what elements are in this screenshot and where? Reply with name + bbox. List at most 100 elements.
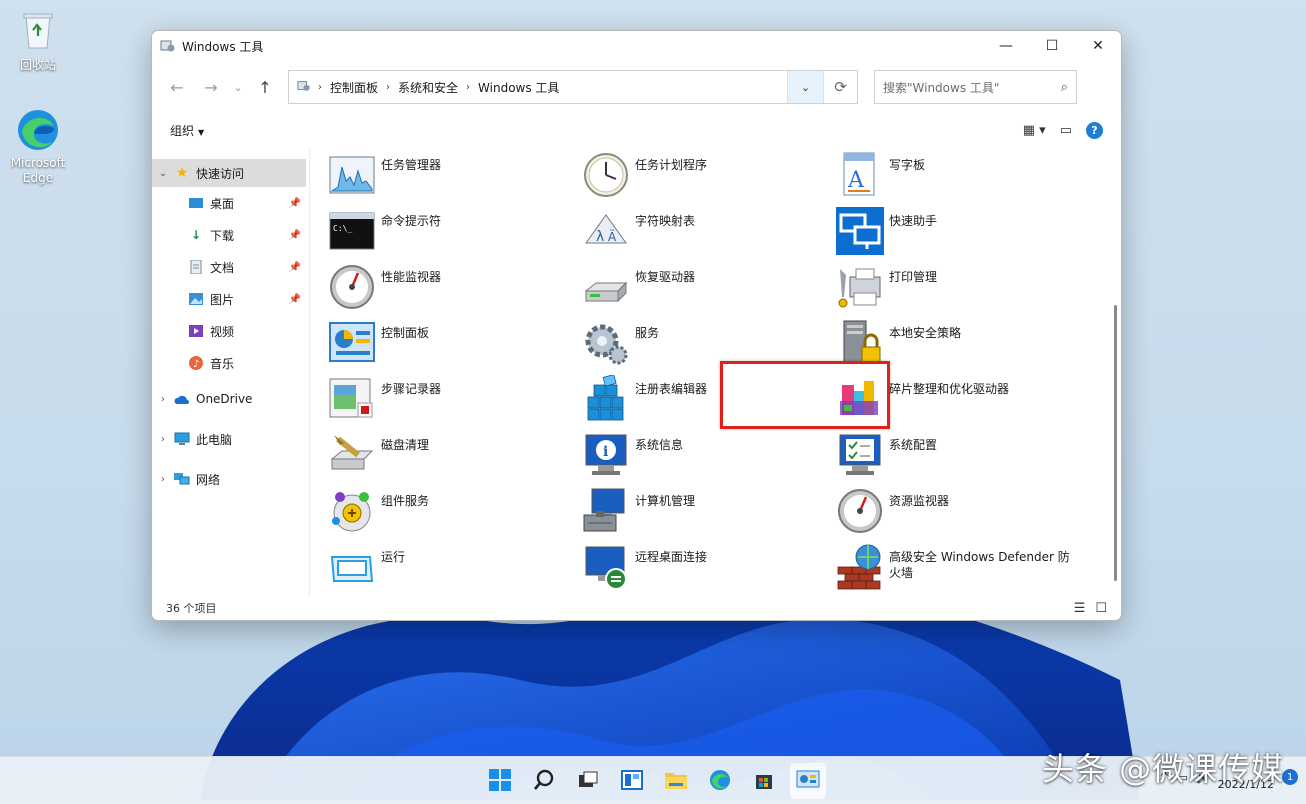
tool-item[interactable]: 高级安全 Windows Defender 防火墙: [836, 541, 1108, 597]
tool-item[interactable]: 恢复驱动器: [582, 261, 836, 317]
tool-item[interactable]: 任务计划程序: [582, 149, 836, 205]
firewall-icon: [836, 543, 884, 591]
taskbar-edge[interactable]: [702, 763, 738, 799]
tool-item[interactable]: 系统配置: [836, 429, 1108, 485]
tool-item[interactable]: i系统信息: [582, 429, 836, 485]
tool-item-label: 磁盘清理: [381, 431, 571, 453]
system-configuration-icon: [836, 431, 884, 479]
tool-item-label: 本地安全策略: [889, 319, 1079, 341]
large-icons-view-button[interactable]: ☐: [1095, 601, 1107, 616]
pin-icon: 📌: [289, 198, 301, 209]
tool-item-label: 任务计划程序: [635, 151, 825, 173]
tool-item[interactable]: 步骤记录器: [328, 373, 582, 429]
change-view-button[interactable]: ▦ ▾: [1023, 123, 1046, 138]
tool-item[interactable]: 磁盘清理: [328, 429, 582, 485]
control-panel-icon: [796, 769, 820, 794]
task-scheduler-icon: [582, 151, 630, 199]
notification-badge[interactable]: 1: [1282, 769, 1298, 785]
tool-item[interactable]: 控制面板: [328, 317, 582, 373]
chevron-right-icon[interactable]: ›: [152, 474, 174, 485]
maximize-button[interactable]: ☐: [1029, 31, 1075, 61]
tool-item[interactable]: λÄ字符映射表: [582, 205, 836, 261]
sidebar-item-network[interactable]: › 网络: [152, 463, 309, 495]
tool-item[interactable]: 组件服务: [328, 485, 582, 541]
help-icon[interactable]: ?: [1086, 122, 1103, 139]
details-view-button[interactable]: ☰: [1074, 601, 1086, 616]
chevron-right-icon[interactable]: ›: [152, 434, 174, 445]
forward-button[interactable]: →: [194, 71, 228, 103]
sidebar-item-this-pc[interactable]: › 此电脑: [152, 423, 309, 455]
sidebar-item-documents[interactable]: 文档 📌: [152, 251, 309, 283]
star-icon: ★: [174, 165, 190, 181]
breadcrumb-separator[interactable]: ›: [383, 82, 393, 93]
svg-text:♪: ♪: [193, 359, 199, 370]
run-icon: [328, 543, 376, 591]
tool-item-label: 恢复驱动器: [635, 263, 825, 285]
tool-item[interactable]: 资源监视器: [836, 485, 1108, 541]
refresh-button[interactable]: ⟳: [823, 71, 857, 103]
pin-icon: 📌: [289, 230, 301, 241]
chevron-down-icon[interactable]: ⌄: [152, 168, 174, 179]
breadcrumb-separator[interactable]: ›: [463, 82, 473, 93]
tool-item-label: 性能监视器: [381, 263, 571, 285]
onedrive-icon: [174, 391, 190, 407]
vertical-scrollbar[interactable]: [1114, 305, 1117, 581]
tool-item-label: 资源监视器: [889, 487, 1079, 509]
tool-item[interactable]: 计算机管理: [582, 485, 836, 541]
tool-item-label: 控制面板: [381, 319, 571, 341]
tool-item-label: 快速助手: [889, 207, 1079, 229]
taskbar-store[interactable]: [746, 763, 782, 799]
disk-cleanup-icon: [328, 431, 376, 479]
edge-icon: [16, 108, 60, 152]
task-view-button[interactable]: [570, 763, 606, 799]
search-input[interactable]: 搜索"Windows 工具": [883, 79, 999, 96]
address-history-dropdown[interactable]: ⌄: [787, 71, 823, 103]
tool-item[interactable]: 性能监视器: [328, 261, 582, 317]
sidebar-item-pictures[interactable]: 图片 📌: [152, 283, 309, 315]
tool-item[interactable]: C:\_命令提示符: [328, 205, 582, 261]
local-security-policy-icon: [836, 319, 884, 367]
taskbar-search-button[interactable]: [526, 763, 562, 799]
pin-icon: 📌: [289, 294, 301, 305]
sidebar-item-music[interactable]: ♪ 音乐: [152, 347, 309, 379]
sidebar-item-desktop[interactable]: 桌面 📌: [152, 187, 309, 219]
sidebar-item-quick-access[interactable]: ⌄ ★ 快速访问: [152, 159, 306, 187]
back-button[interactable]: ←: [160, 71, 194, 103]
tool-item[interactable]: 运行: [328, 541, 582, 597]
tool-item-label: 高级安全 Windows Defender 防火墙: [889, 543, 1079, 581]
breadcrumb-windows-tools[interactable]: Windows 工具: [473, 79, 564, 96]
title-bar[interactable]: Windows 工具 — ☐ ✕: [152, 31, 1121, 61]
sidebar-item-downloads[interactable]: ↓ 下载 📌: [152, 219, 309, 251]
preview-pane-button[interactable]: ▭: [1060, 123, 1072, 138]
tool-item[interactable]: A写字板: [836, 149, 1108, 205]
recycle-bin-icon: [16, 8, 60, 52]
breadcrumb-control-panel[interactable]: 控制面板: [325, 79, 383, 96]
start-button[interactable]: [482, 763, 518, 799]
close-button[interactable]: ✕: [1075, 31, 1121, 61]
store-icon: [753, 769, 775, 794]
taskbar-control-panel[interactable]: [790, 763, 826, 799]
breadcrumb-separator[interactable]: ›: [315, 82, 325, 93]
desktop-edge[interactable]: Microsoft Edge: [0, 108, 76, 186]
taskbar-file-explorer[interactable]: [658, 763, 694, 799]
tool-item[interactable]: 远程桌面连接: [582, 541, 836, 597]
sidebar-item-onedrive[interactable]: › OneDrive: [152, 383, 309, 415]
widgets-icon: [621, 769, 643, 794]
sidebar-item-videos[interactable]: 视频: [152, 315, 309, 347]
desktop-recycle-bin[interactable]: 回收站: [0, 8, 76, 73]
organize-menu[interactable]: 组织▼: [170, 122, 204, 139]
recent-locations-button[interactable]: ⌄: [228, 71, 248, 103]
address-bar[interactable]: › 控制面板 › 系统和安全 › Windows 工具 ⌄ ⟳: [288, 70, 858, 104]
chevron-right-icon[interactable]: ›: [152, 394, 174, 405]
tool-item[interactable]: 打印管理: [836, 261, 1108, 317]
tool-item-label: 写字板: [889, 151, 1079, 173]
tool-item[interactable]: 任务管理器: [328, 149, 582, 205]
minimize-button[interactable]: —: [983, 31, 1029, 61]
up-button[interactable]: ↑: [248, 71, 282, 103]
widgets-button[interactable]: [614, 763, 650, 799]
breadcrumb-system-security[interactable]: 系统和安全: [393, 79, 463, 96]
search-box[interactable]: 搜索"Windows 工具" ⌕: [874, 70, 1077, 104]
tool-item[interactable]: 快速助手: [836, 205, 1108, 261]
task-view-icon: [577, 769, 599, 794]
tool-item-label: 服务: [635, 319, 825, 341]
